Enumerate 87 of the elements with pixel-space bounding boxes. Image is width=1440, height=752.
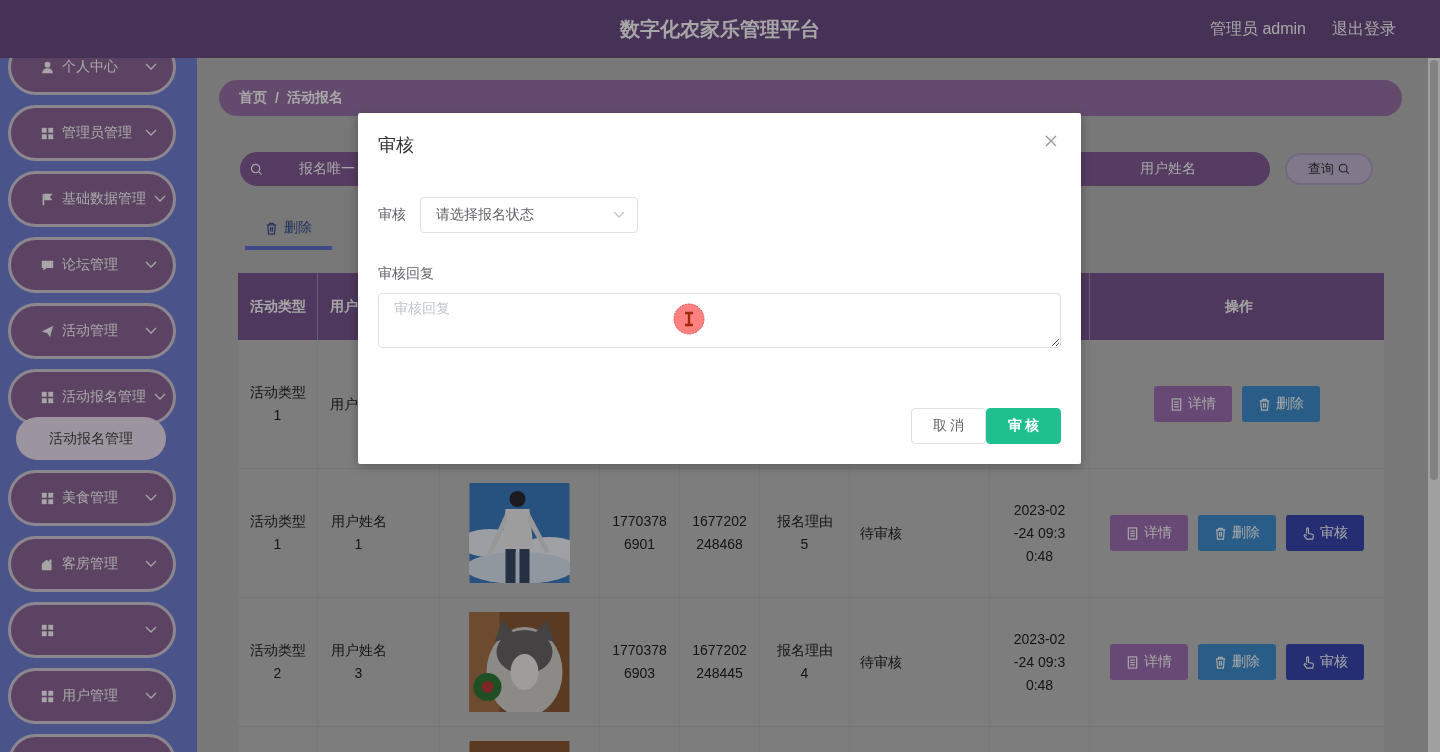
search-icon (1338, 163, 1350, 175)
document-icon (1126, 526, 1139, 540)
user-label: 管理员 admin (1209, 18, 1306, 39)
table-cell-text: 活动类型2 (249, 641, 306, 683)
table-cell-text: 用户姓名1 (330, 512, 387, 554)
table-cell-text: 用户 (330, 394, 358, 414)
logout-link[interactable]: 退出登录 (1332, 18, 1396, 40)
pointing-hand-icon (1302, 655, 1315, 669)
sidebar-item[interactable]: 基础数据管理 (8, 171, 176, 227)
trash-icon (265, 221, 278, 235)
table-cell-text: 2023-02-24 09:30:48 (1012, 500, 1067, 566)
chevron-down-icon (145, 626, 157, 634)
chevron-down-icon (154, 195, 166, 203)
chevron-down-icon (145, 327, 157, 335)
house-icon (41, 557, 54, 571)
column-header: 操作 (1225, 297, 1253, 316)
close-icon (1044, 134, 1058, 148)
dialog-title: 审核 (378, 134, 414, 157)
paper-plane-icon (41, 324, 54, 338)
chevron-down-icon (145, 692, 157, 700)
table-cell-text: 报名理由5 (776, 512, 833, 554)
grid-icon (41, 623, 54, 637)
trash-icon (1258, 397, 1271, 411)
table-cell-text: 活动类型1 (249, 383, 306, 425)
delete-button[interactable]: 删除 (1242, 386, 1320, 422)
search-icon (250, 162, 263, 176)
grid-icon (41, 126, 54, 140)
grid-icon (41, 689, 54, 703)
delete-button[interactable]: 删除 (1198, 515, 1276, 551)
table-cell-text: 2023-02-24 09:30:48 (1012, 629, 1067, 695)
grid-icon (41, 491, 54, 505)
chevron-down-icon (145, 560, 157, 568)
breadcrumb-link[interactable]: 首页 (239, 89, 267, 107)
column-header: 用户 (330, 297, 358, 316)
chat-bubble-icon (41, 258, 54, 272)
submenu-item[interactable]: 活动报名管理 (16, 417, 166, 460)
close-button[interactable] (1044, 134, 1058, 148)
audit-button[interactable]: 审核 (1286, 515, 1364, 551)
chevron-down-icon (145, 63, 157, 71)
chevron-down-icon (145, 494, 157, 502)
table-cell-text: 报名理由4 (776, 641, 833, 683)
table-cell-text: 17703786901 (611, 512, 668, 554)
trash-icon (1214, 526, 1227, 540)
document-icon (1126, 655, 1139, 669)
delete-button[interactable]: 删除 (245, 210, 332, 250)
audit-button[interactable]: 审核 (1286, 644, 1364, 680)
document-icon (1170, 397, 1183, 411)
scrollbar-thumb[interactable] (1430, 60, 1438, 480)
chevron-down-icon (154, 393, 166, 401)
table-cell-text: 17703786903 (611, 641, 668, 683)
grid-icon (41, 390, 54, 404)
table-cell-text: 1677202248468 (691, 512, 748, 554)
breadcrumb-link[interactable]: 活动报名 (286, 89, 343, 107)
details-button[interactable]: 详情 (1154, 386, 1232, 422)
person-icon (41, 60, 54, 74)
sidebar-item[interactable] (8, 602, 176, 658)
details-button[interactable]: 详情 (1110, 515, 1188, 551)
sidebar-item[interactable]: 美食管理 (8, 470, 176, 526)
sidebar-item[interactable]: 论坛管理 (8, 237, 176, 293)
pointing-hand-icon (1302, 526, 1315, 540)
chevron-down-icon (613, 211, 625, 219)
column-header: 活动类型 (250, 297, 306, 316)
sidebar-item[interactable]: 活动管理 (8, 303, 176, 359)
field-label: 审核 (378, 206, 406, 224)
cursor-icon (673, 303, 705, 335)
sidebar-item[interactable]: 管理员管理 (8, 105, 176, 161)
chevron-down-icon (145, 261, 157, 269)
query-button[interactable]: 查询 (1285, 153, 1373, 185)
table-cell-text: 活动类型1 (249, 512, 306, 554)
trash-icon (1214, 655, 1227, 669)
cancel-button[interactable]: 取消 (911, 408, 986, 444)
app-title: 数字化农家乐管理平台 (620, 18, 820, 40)
chevron-down-icon (145, 129, 157, 137)
sidebar-item[interactable]: 个人中心 (8, 58, 176, 95)
flag-icon (41, 192, 54, 206)
details-button[interactable]: 详情 (1110, 644, 1188, 680)
table-cell-text: 1677202248445 (691, 641, 748, 683)
field-label: 审核回复 (378, 265, 434, 281)
audit-confirm-button[interactable]: 审核 (986, 408, 1061, 444)
sidebar-item[interactable]: 用户管理 (8, 668, 176, 724)
breadcrumb-separator: / (275, 90, 279, 106)
table-cell-text: 待审核 (860, 523, 902, 543)
sidebar-item[interactable]: 客房管理 (8, 536, 176, 592)
table-cell-text: 用户姓名3 (330, 641, 387, 683)
table-cell-text: 待审核 (860, 652, 902, 672)
status-select[interactable]: 请选择报名状态 (420, 197, 638, 233)
delete-button[interactable]: 删除 (1198, 644, 1276, 680)
